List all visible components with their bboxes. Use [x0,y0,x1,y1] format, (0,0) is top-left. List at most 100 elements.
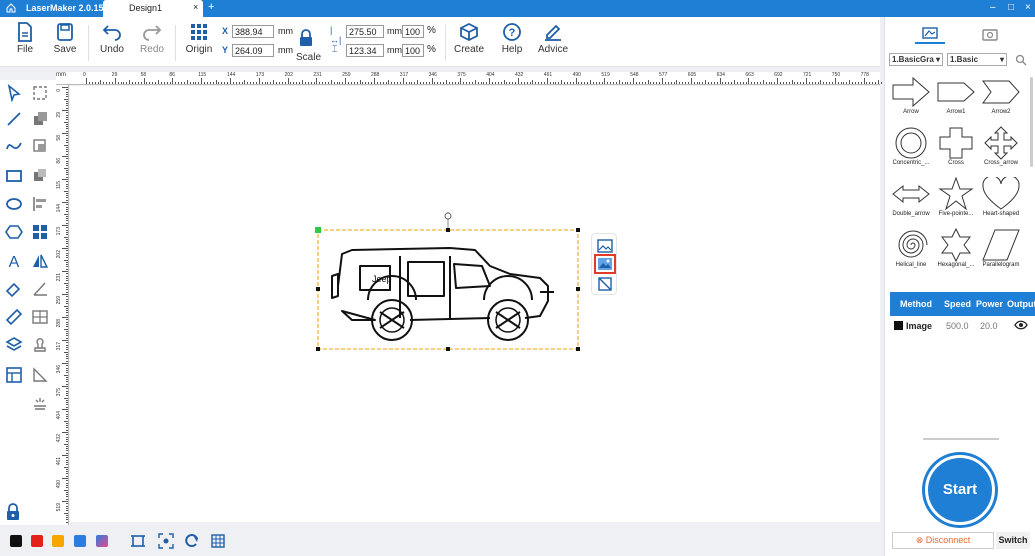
library-tab-icon[interactable] [922,27,938,41]
shape-five-pointed-star[interactable]: Five-pointe... [934,177,978,227]
refresh-icon[interactable] [184,533,200,549]
line-tool-icon[interactable] [5,110,23,128]
shape-double-arrow[interactable]: Double_arrow [889,177,933,227]
mirror-icon[interactable] [31,252,49,270]
eye-icon[interactable] [1014,319,1028,331]
minimize-icon[interactable]: – [990,2,996,13]
advice-button[interactable]: Advice [536,22,570,55]
undo-button[interactable]: Undo [98,22,126,55]
angle-icon[interactable] [31,280,49,298]
shape-arrow[interactable]: Arrow [889,75,933,125]
subtract-icon[interactable] [31,137,49,155]
selection-handle-right[interactable] [576,287,580,291]
fit-canvas-icon[interactable] [130,533,146,549]
shape-cross[interactable]: Cross [934,126,978,176]
curve-tool-icon[interactable] [5,137,23,155]
ruler-tick [247,82,249,84]
union-icon[interactable] [31,110,49,128]
width-percent-input[interactable]: 100 [402,25,424,38]
layer-color-swatch[interactable] [894,321,903,330]
switch-button[interactable]: Switch [996,532,1030,549]
camera-tab-icon[interactable] [982,27,998,41]
add-tab-icon[interactable]: + [208,1,214,13]
search-icon[interactable] [1015,54,1027,66]
rectangle-tool-icon[interactable] [5,167,23,185]
height-input[interactable]: 123.34 [346,44,384,57]
width-percent-sign: % [427,25,436,36]
close-window-icon[interactable]: × [1025,2,1031,13]
color-swatch-gradient[interactable] [96,535,108,547]
shape-arrow1[interactable]: Arrow1 [934,75,978,125]
file-button[interactable]: File [12,22,38,55]
color-swatch-orange[interactable] [52,535,64,547]
selection-handle-topleft[interactable] [315,227,321,233]
help-icon: ? [503,23,521,41]
path-icon[interactable] [31,366,49,384]
color-swatch-black[interactable] [10,535,22,547]
rotate-handle[interactable] [444,212,452,220]
panel-divider[interactable] [923,438,999,440]
disconnect-button[interactable]: ⊗ Disconnect [892,532,994,549]
selection-handle-topright[interactable] [576,228,580,232]
intersect-icon[interactable] [31,167,49,185]
width-input[interactable]: 275.50 [346,25,384,38]
shape-helical-line[interactable]: Helical_line [889,228,933,278]
shape-heart[interactable]: Heart-shaped [979,177,1023,227]
start-button[interactable]: Start [925,455,995,525]
home-icon[interactable] [6,3,16,13]
shape-concentric[interactable]: Concentric_... [889,126,933,176]
shape-cross-arrow[interactable]: Cross_arrow [979,126,1023,176]
color-swatch-blue[interactable] [74,535,86,547]
selection-handle-bottomright[interactable] [576,347,580,351]
ruler-measure-icon[interactable] [5,308,23,326]
array-grid-icon[interactable] [31,223,49,241]
help-button[interactable]: ? Help [497,22,527,55]
stamp-icon[interactable] [31,336,49,354]
tab-close-icon[interactable]: × [193,2,198,12]
canvas-lock-icon[interactable] [4,503,22,521]
tab-design1[interactable]: Design1 × [103,0,203,17]
zoom-selection-icon[interactable] [158,533,174,549]
layers-icon[interactable] [5,336,23,354]
maximize-icon[interactable]: □ [1008,2,1014,13]
image-edit-button[interactable] [594,254,616,274]
redo-button[interactable]: Redo [138,22,166,55]
crop-icon[interactable] [597,277,613,291]
jeep-sketch-image[interactable] [331,247,554,341]
select-arrow-icon[interactable] [5,84,23,102]
y-input[interactable]: 264.09 [232,44,274,57]
grid-view-icon[interactable] [210,533,226,549]
text-tool-icon[interactable]: A [5,252,23,270]
ellipse-tool-icon[interactable] [5,195,23,213]
sparkle-icon[interactable] [31,394,49,412]
layer-power[interactable]: 20.0 [980,321,998,331]
library-scrollbar[interactable] [1030,77,1033,167]
design-canvas[interactable]: Jeep [70,86,880,522]
create-button[interactable]: Create [452,22,486,55]
layer-row[interactable]: Image 500.0 20.0 [890,316,1035,336]
dashed-select-icon[interactable] [31,84,49,102]
lock-ratio-icon[interactable] [298,29,314,47]
x-input[interactable]: 388.94 [232,25,274,38]
selection-handle-bottom[interactable] [446,347,450,351]
color-swatch-red[interactable] [31,535,43,547]
selection-handle-left[interactable] [316,287,320,291]
panel-layout-icon[interactable] [5,366,23,384]
eraser-icon[interactable] [5,280,23,298]
align-left-icon[interactable] [31,195,49,213]
subcategory-select[interactable]: 1.Basic ▾ [947,53,1007,66]
polygon-tool-icon[interactable] [5,223,23,241]
category-select[interactable]: 1.BasicGra ▾ [889,53,943,66]
shape-parallelogram[interactable]: Parallelogram [979,228,1023,278]
shape-arrow2[interactable]: Arrow2 [979,75,1023,125]
ruler-tick [696,82,698,84]
layer-speed[interactable]: 500.0 [946,321,969,331]
image-icon[interactable] [597,239,613,253]
selection-handle-bottomleft[interactable] [316,347,320,351]
save-button[interactable]: Save [52,22,78,55]
selection-handle-top[interactable] [446,228,450,232]
origin-button[interactable]: Origin [183,22,215,55]
shape-hexagonal-star[interactable]: Hexagonal_... [934,228,978,278]
split-icon[interactable] [31,308,49,326]
height-percent-input[interactable]: 100 [402,44,424,57]
